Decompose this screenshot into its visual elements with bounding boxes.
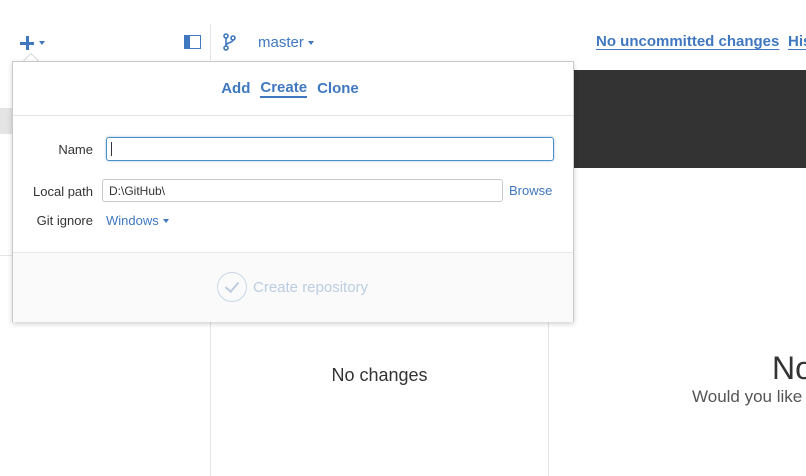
branch-selector[interactable]: master [258,34,314,51]
local-path-input[interactable] [102,179,503,202]
git-ignore-select[interactable]: Windows [106,213,169,228]
repository-list-divider [0,255,12,256]
local-path-label: Local path [33,184,93,199]
create-repository-popover: Add Create Clone Name Local path Browse … [12,61,574,322]
popover-arrow [23,53,39,61]
right-prompt: Would you like [692,387,803,406]
sidebar-toggle-icon[interactable] [184,35,201,49]
name-input[interactable] [106,137,554,161]
toolbar: master No uncommitted changes His [0,0,806,62]
history-tab[interactable]: His [788,33,806,50]
dark-banner [549,70,806,168]
tab-create[interactable]: Create [260,79,308,98]
right-heading: No [772,350,806,386]
toolbar-divider [210,24,211,60]
add-repository-button[interactable] [20,33,45,53]
check-circle-icon [217,272,247,302]
no-changes-text: No changes [331,365,428,385]
branch-icon [223,33,236,51]
create-repository-button[interactable]: Create repository [217,272,368,302]
git-ignore-value: Windows [106,213,159,228]
tab-add[interactable]: Add [221,80,250,98]
selected-repository-row[interactable] [0,108,12,134]
uncommitted-changes-tab[interactable]: No uncommitted changes [596,33,779,50]
git-ignore-label: Git ignore [36,213,93,228]
text-cursor [111,142,112,156]
tab-clone[interactable]: Clone [317,80,359,98]
chevron-down-icon [162,218,169,223]
name-label: Name [58,142,93,157]
create-repository-label: Create repository [253,278,369,296]
chevron-down-icon [307,40,314,45]
plus-icon [20,36,34,50]
popover-tabs: Add Create Clone [13,62,573,116]
popover-footer: Create repository [13,252,573,322]
branch-name: master [258,34,304,51]
chevron-down-icon [39,41,45,45]
browse-button[interactable]: Browse [509,183,552,198]
